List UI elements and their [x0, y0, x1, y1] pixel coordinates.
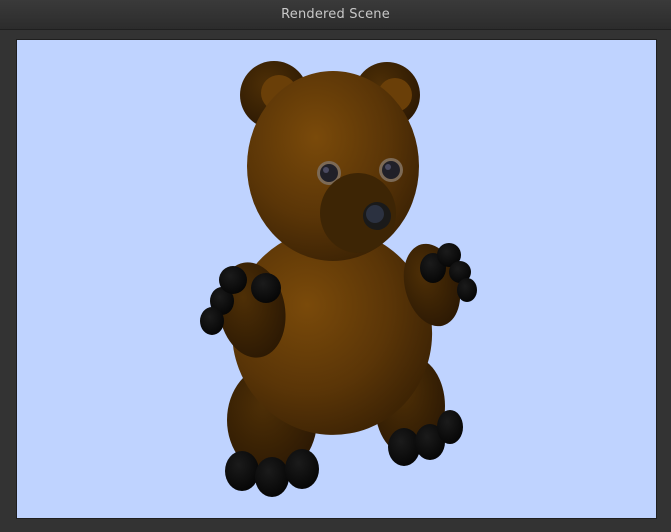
render-window: Rendered Scene: [0, 0, 671, 532]
scene-canvas: [200, 61, 477, 497]
window-title: Rendered Scene: [281, 7, 390, 22]
right-eye: [379, 158, 403, 182]
render-viewport[interactable]: [16, 39, 657, 519]
title-bar[interactable]: Rendered Scene: [0, 0, 671, 30]
snout: [320, 173, 396, 253]
teddy-bear: [200, 61, 477, 497]
